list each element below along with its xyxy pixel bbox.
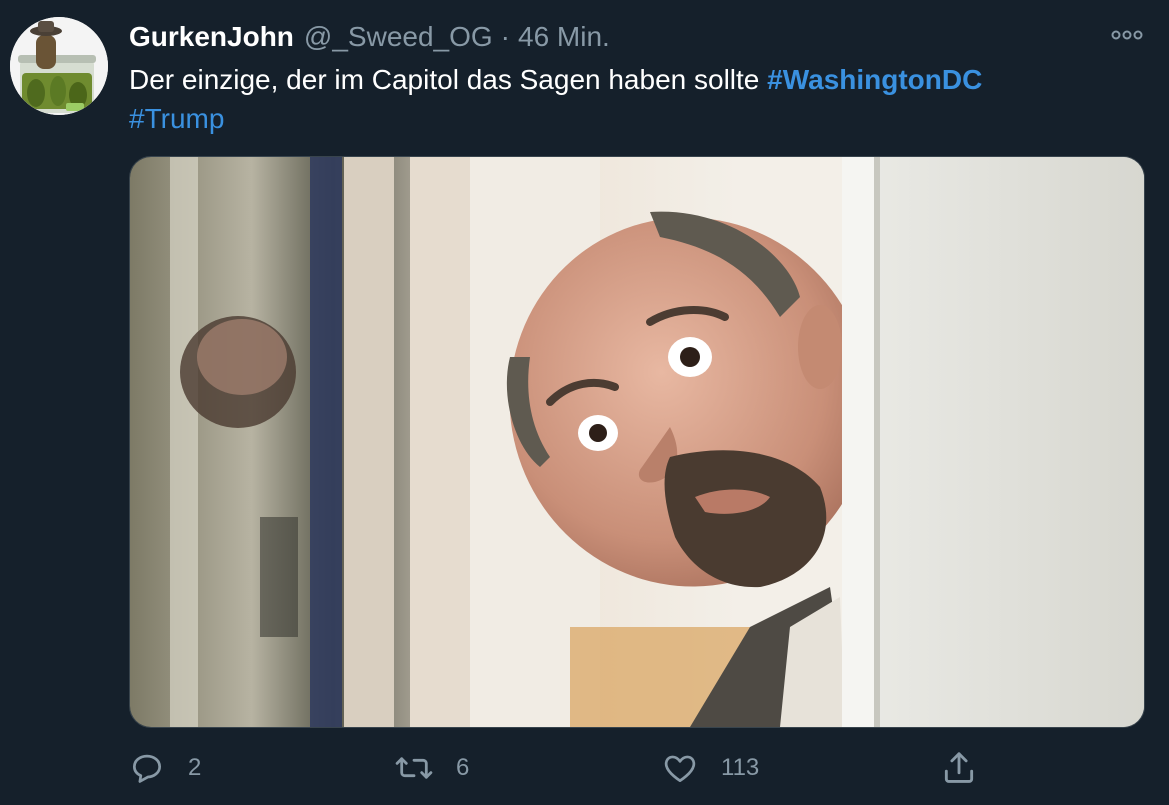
more-options-icon[interactable]	[1109, 22, 1145, 48]
share-button[interactable]	[940, 748, 978, 788]
reply-button[interactable]: 2	[128, 748, 201, 788]
retweet-button[interactable]: 6	[394, 748, 469, 788]
timestamp[interactable]: 46 Min.	[518, 19, 610, 55]
heart-icon	[664, 755, 696, 783]
retweet-icon	[395, 757, 433, 779]
like-button[interactable]: 113	[661, 748, 759, 788]
avatar[interactable]	[10, 17, 108, 115]
tweet-text: Der einzige, der im Capitol das Sagen ha…	[129, 60, 1129, 138]
like-count: 113	[721, 754, 760, 781]
tweet[interactable]: GurkenJohn @_Sweed_OG · 46 Min. Der einz…	[0, 0, 1169, 805]
handle[interactable]: @_Sweed_OG	[304, 19, 493, 55]
pickle-jar-avatar-icon	[10, 17, 108, 115]
share-icon	[944, 752, 974, 783]
tweet-text-plain: Der einzige, der im Capitol das Sagen ha…	[129, 64, 768, 95]
reply-icon	[132, 754, 162, 783]
tweet-header: GurkenJohn @_Sweed_OG · 46 Min.	[129, 19, 610, 55]
retweet-count: 6	[456, 754, 470, 781]
hashtag-trump[interactable]: #Trump	[129, 103, 224, 134]
hashtag-washingtondc[interactable]: #WashingtonDC	[767, 64, 982, 95]
separator: ·	[500, 21, 510, 52]
display-name[interactable]: GurkenJohn	[129, 19, 294, 55]
reply-count: 2	[188, 754, 202, 781]
bald-man-peeking-photo-icon	[130, 157, 1144, 727]
action-bar: 2 6 113	[128, 748, 988, 788]
tweet-media-image[interactable]	[129, 156, 1145, 728]
